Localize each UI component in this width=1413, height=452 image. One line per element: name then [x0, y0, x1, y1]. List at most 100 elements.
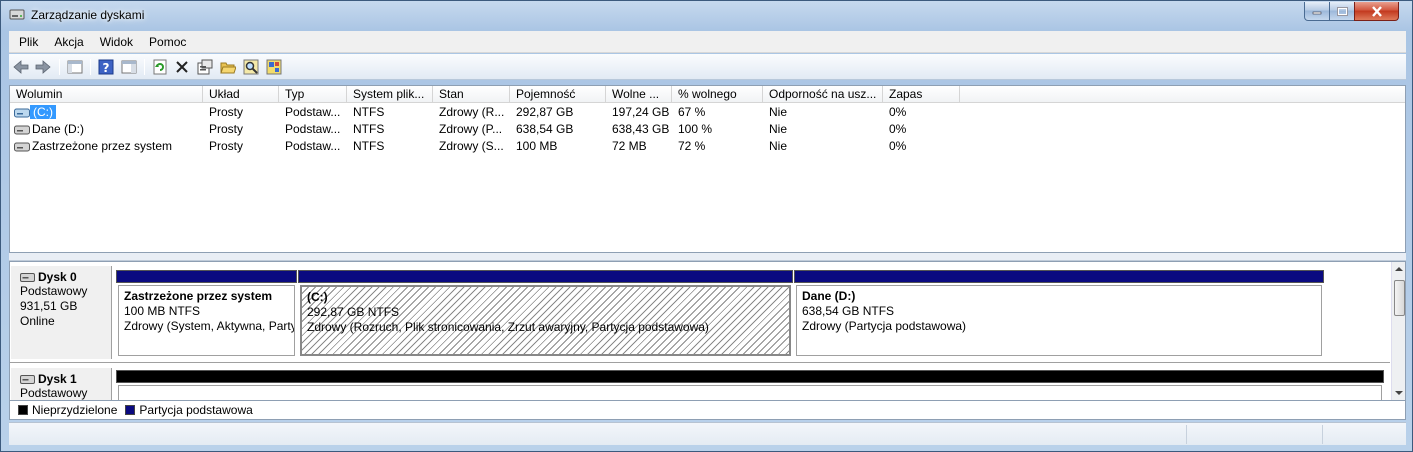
column-header-odpornosc[interactable]: Odporność na usz... — [763, 86, 883, 103]
volume-free: 197,24 GB — [612, 105, 670, 119]
disk-0-label[interactable]: Dysk 0 Podstawowy 931,51 GB Online — [11, 266, 112, 359]
column-header-wolumin[interactable]: Wolumin — [10, 86, 203, 103]
minimize-icon — [1312, 11, 1322, 15]
help-icon[interactable]: ? — [97, 58, 115, 76]
disk-management-window: Zarządzanie dyskami Plik Akcja Widok Pom… — [0, 0, 1413, 452]
properties-icon[interactable] — [196, 58, 214, 76]
volume-free: 72 MB — [612, 139, 647, 153]
minimize-button[interactable] — [1304, 2, 1330, 21]
help-topics-icon[interactable] — [265, 58, 283, 76]
disk-row-divider — [10, 362, 1390, 363]
menu-plik[interactable]: Plik — [11, 32, 46, 52]
maximize-button[interactable] — [1329, 2, 1355, 21]
volume-percent-free: 100 % — [678, 122, 713, 136]
disk-kind: Podstawowy — [20, 386, 88, 400]
delete-icon[interactable] — [173, 58, 191, 76]
column-header-wolne[interactable]: Wolne ... — [606, 86, 672, 103]
menu-bar: Plik Akcja Widok Pomoc — [9, 31, 1406, 53]
volume-type: Podstaw... — [285, 105, 341, 119]
volume-layout: Prosty — [209, 105, 244, 119]
partition-status: Zdrowy (System, Aktywna, Partycja podsta… — [124, 319, 294, 333]
partition-name: (C:) — [307, 290, 328, 304]
volume-name: Dane (D:) — [32, 122, 85, 136]
scroll-down-icon[interactable] — [1395, 391, 1403, 395]
partition-d[interactable]: Dane (D:) 638,54 GB NTFS Zdrowy (Partycj… — [794, 270, 1324, 359]
partition-status: Zdrowy (Rozruch, Plik stronicowania, Zrz… — [307, 320, 709, 334]
volume-fault-tolerance: Nie — [769, 105, 788, 119]
status-segment — [1186, 425, 1322, 444]
disk-title: Dysk 0 — [38, 270, 77, 284]
pane-splitter[interactable] — [9, 253, 1406, 261]
legend-swatch-primary — [125, 405, 136, 415]
close-button[interactable] — [1354, 2, 1399, 21]
maximize-icon — [1336, 6, 1348, 16]
disk-size: 931,51 GB — [20, 299, 78, 313]
disk-title: Dysk 1 — [38, 372, 77, 386]
show-hide-console-tree-icon[interactable] — [66, 58, 84, 76]
explore-search-icon[interactable] — [242, 58, 260, 76]
volume-capacity: 100 MB — [516, 139, 558, 153]
table-row[interactable]: Dane (D:) Prosty Podstaw... NTFS Zdrowy … — [10, 121, 1405, 138]
volume-type: Podstaw... — [285, 139, 341, 153]
disk-1-label[interactable]: Dysk 1 Podstawowy — [11, 368, 112, 400]
unallocated-bar — [116, 370, 1384, 383]
partition-size: 638,54 GB NTFS — [802, 304, 895, 318]
drive-icon — [14, 142, 30, 152]
partition-size: 292,87 GB NTFS — [307, 305, 400, 319]
volume-percent-free: 72 % — [678, 139, 706, 153]
drive-icon — [14, 125, 30, 135]
column-header-uklad[interactable]: Układ — [203, 86, 279, 103]
disk-management-app-icon — [9, 9, 25, 20]
scroll-up-icon[interactable] — [1395, 267, 1403, 271]
refresh-icon[interactable] — [151, 58, 169, 76]
partition-c[interactable]: (C:) 292,87 GB NTFS Zdrowy (Rozruch, Pli… — [298, 270, 793, 359]
scrollbar-thumb[interactable] — [1394, 280, 1405, 316]
column-header-procent-wolnego[interactable]: % wolnego — [672, 86, 763, 103]
volume-overhead: 0% — [889, 122, 907, 136]
menu-widok[interactable]: Widok — [92, 32, 141, 52]
status-segment — [1322, 425, 1406, 444]
volume-percent-free: 67 % — [678, 105, 706, 119]
volume-name: (C:) — [30, 105, 56, 119]
column-header-system-plikow[interactable]: System plik... — [347, 86, 433, 103]
legend-label-unallocated: Nieprzydzielone — [32, 403, 118, 417]
column-header-pojemnosc[interactable]: Pojemność — [510, 86, 606, 103]
volume-fault-tolerance: Nie — [769, 139, 788, 153]
volume-filesystem: NTFS — [353, 139, 385, 153]
toolbar: ? — [9, 54, 1406, 80]
volume-filesystem: NTFS — [353, 105, 385, 119]
column-header-zapas[interactable]: Zapas — [883, 86, 960, 103]
volume-name: Zastrzeżone przez system — [32, 139, 173, 153]
partition-size: 100 MB NTFS — [124, 304, 201, 318]
disk-view-scrollbar[interactable] — [1391, 262, 1405, 400]
disk-state: Online — [20, 314, 55, 328]
volume-capacity: 638,54 GB — [516, 122, 574, 136]
partition-name: Dane (D:) — [802, 289, 856, 303]
volume-fault-tolerance: Nie — [769, 122, 788, 136]
table-row[interactable]: (C:) Prosty Podstaw... NTFS Zdrowy (R...… — [10, 104, 1405, 121]
disk-icon — [20, 272, 35, 282]
partition-selected-area: (C:) 292,87 GB NTFS Zdrowy (Rozruch, Pli… — [300, 285, 791, 356]
menu-pomoc[interactable]: Pomoc — [141, 32, 194, 52]
volume-capacity: 292,87 GB — [516, 105, 574, 119]
drive-icon — [14, 108, 30, 118]
title-bar[interactable]: Zarządzanie dyskami — [1, 1, 1412, 29]
open-folder-icon[interactable] — [219, 58, 237, 76]
close-icon — [1371, 5, 1382, 17]
unallocated-space[interactable] — [116, 370, 1384, 400]
volume-status: Zdrowy (R... — [439, 105, 505, 119]
menu-akcja[interactable]: Akcja — [46, 32, 91, 52]
table-row[interactable]: Zastrzeżone przez system Prosty Podstaw.… — [10, 138, 1405, 155]
partition-type-bar — [298, 270, 793, 283]
partition-type-bar — [116, 270, 297, 283]
column-header-stan[interactable]: Stan — [433, 86, 510, 103]
back-arrow-icon[interactable] — [12, 58, 30, 76]
svg-text:?: ? — [103, 61, 110, 75]
properties-pane-icon[interactable] — [120, 58, 138, 76]
column-header-typ[interactable]: Typ — [279, 86, 347, 103]
partition-name: Zastrzeżone przez system — [124, 289, 273, 303]
volume-list-header: Wolumin Układ Typ System plik... Stan Po… — [10, 86, 1405, 103]
forward-arrow-icon[interactable] — [34, 58, 52, 76]
partition-type-bar — [794, 270, 1324, 283]
partition-system-reserved[interactable]: Zastrzeżone przez system 100 MB NTFS Zdr… — [116, 270, 297, 359]
